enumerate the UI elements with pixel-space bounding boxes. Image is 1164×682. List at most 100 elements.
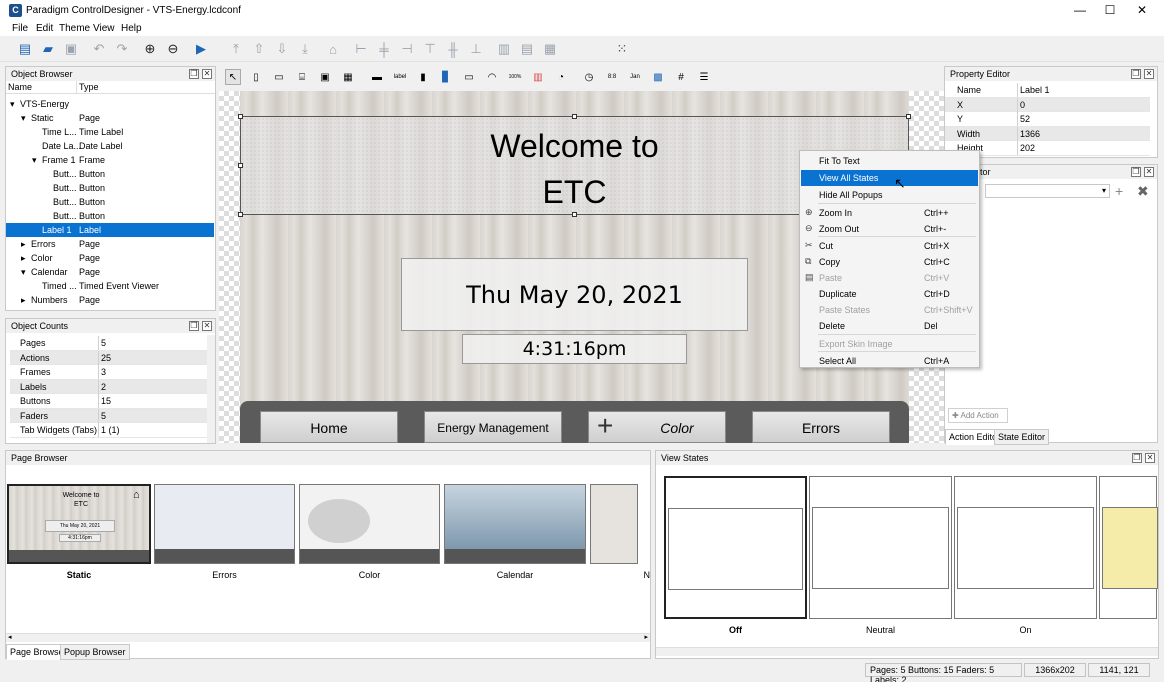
float-icon[interactable]: ❐: [1131, 69, 1141, 79]
close-button[interactable]: ✕: [1126, 0, 1158, 22]
tree-row[interactable]: Timed ... Timed Event Viewer: [6, 279, 214, 293]
remove-icon[interactable]: ✖: [1137, 183, 1149, 200]
property-value[interactable]: 202: [1017, 141, 1035, 155]
tree-row[interactable]: ▸ Color Page: [6, 251, 214, 265]
play-icon[interactable]: ▶: [192, 40, 210, 58]
maximize-button[interactable]: ☐: [1094, 0, 1126, 22]
tree-row[interactable]: Butt... Button: [6, 209, 214, 223]
context-menu-item[interactable]: Hide All Popups: [801, 187, 978, 203]
float-icon[interactable]: ❐: [1132, 453, 1142, 463]
expand-right-icon[interactable]: ▸: [21, 253, 26, 264]
tree-row[interactable]: ▾ VTS-Energy: [6, 97, 214, 111]
menu-file[interactable]: File: [12, 23, 28, 34]
dial-tool-icon[interactable]: ◔: [553, 69, 569, 85]
property-row[interactable]: Y 52: [945, 112, 1150, 127]
context-menu-item[interactable]: View All States: [801, 170, 978, 186]
expand-down-icon[interactable]: ▾: [10, 99, 15, 110]
context-menu-item[interactable]: ✂ Cut Ctrl+X: [801, 238, 978, 254]
number-tool-icon[interactable]: #: [673, 69, 689, 85]
menu-theme[interactable]: Theme: [59, 23, 90, 34]
page-thumbnail[interactable]: [154, 484, 295, 564]
new-file-icon[interactable]: ▤: [16, 40, 34, 58]
close-panel-icon[interactable]: ✕: [1145, 453, 1155, 463]
page-browser-scrollbar[interactable]: ◂ ▸: [6, 633, 650, 642]
open-folder-icon[interactable]: ▰: [39, 40, 57, 58]
context-menu-item[interactable]: Export Skin Image: [801, 336, 978, 352]
zoom-in-icon[interactable]: ⊕: [141, 40, 159, 58]
send-to-back-icon[interactable]: ⤓: [296, 40, 314, 58]
tree-row[interactable]: Time L... Time Label: [6, 125, 214, 139]
gauge-tool-icon[interactable]: ◠: [484, 69, 500, 85]
expand-down-icon[interactable]: ▾: [21, 267, 26, 278]
page-thumbnail[interactable]: [590, 484, 638, 564]
snap-grid-icon[interactable]: ⁙: [613, 40, 631, 58]
lock-icon[interactable]: ⌂: [324, 40, 342, 58]
property-value[interactable]: 52: [1017, 112, 1030, 126]
date-label[interactable]: Thu May 20, 2021: [401, 258, 748, 331]
scroll-left-icon[interactable]: ◂: [8, 633, 12, 641]
view-state-preview[interactable]: [954, 476, 1097, 619]
float-icon[interactable]: ❐: [1131, 167, 1141, 177]
tree-row[interactable]: ▾ Frame 1 Frame: [6, 153, 214, 167]
add-action-button[interactable]: ✚ Add Action: [948, 408, 1008, 423]
digital-clock-tool-icon[interactable]: 8:8: [604, 69, 620, 85]
save-icon[interactable]: ▣: [62, 40, 80, 58]
page-thumbnail[interactable]: [299, 484, 440, 564]
property-value[interactable]: 0: [1017, 97, 1025, 112]
property-row[interactable]: Name Label 1: [945, 83, 1150, 98]
page-thumbnail[interactable]: Welcome to ETC Thu May 20, 2021 4:31:16pm ⌂: [7, 484, 151, 564]
float-icon[interactable]: ❐: [189, 321, 199, 331]
zoom-out-icon[interactable]: ⊖: [164, 40, 182, 58]
column-type[interactable]: Type: [77, 81, 215, 94]
property-row[interactable]: Width 1366: [945, 126, 1150, 141]
add-icon[interactable]: +: [1115, 183, 1123, 199]
float-icon[interactable]: ❐: [189, 69, 199, 79]
align-bottom-icon[interactable]: ⊥: [467, 40, 485, 58]
button-tool-icon[interactable]: ▬: [369, 69, 385, 85]
context-menu-item[interactable]: Select All Ctrl+A: [801, 353, 978, 369]
context-menu-item[interactable]: Paste States Ctrl+Shift+V: [801, 302, 978, 318]
page-tool-icon[interactable]: ▯: [248, 69, 264, 85]
align-left-icon[interactable]: ⊢: [352, 40, 370, 58]
nav-button-errors[interactable]: Errors: [752, 411, 890, 443]
context-menu-item[interactable]: Delete Del: [801, 318, 978, 334]
grid-icon[interactable]: ▦: [541, 40, 559, 58]
calendar-tool-icon[interactable]: ▩: [650, 69, 666, 85]
context-menu-item[interactable]: ⊖ Zoom Out Ctrl+-: [801, 221, 978, 237]
columns-icon[interactable]: ▥: [495, 40, 513, 58]
minimize-button[interactable]: —: [1064, 0, 1096, 22]
list-tool-icon[interactable]: ☰: [696, 69, 712, 85]
tree-row[interactable]: Butt... Button: [6, 195, 214, 209]
counts-scrollbar[interactable]: [207, 335, 215, 443]
resize-handle[interactable]: [906, 114, 911, 119]
tree-row[interactable]: Butt... Button: [6, 167, 214, 181]
popup-tool-icon[interactable]: ▭: [271, 69, 287, 85]
time-label[interactable]: 4:31:16pm: [462, 334, 687, 364]
resize-handle[interactable]: [238, 212, 243, 217]
label-tool-icon[interactable]: label: [392, 69, 408, 85]
redo-icon[interactable]: ↷: [113, 40, 131, 58]
menu-view[interactable]: View: [93, 23, 115, 34]
align-top-icon[interactable]: ⊤: [421, 40, 439, 58]
expand-right-icon[interactable]: ▸: [21, 295, 26, 306]
expand-down-icon[interactable]: ▾: [32, 155, 37, 166]
property-value[interactable]: 1366: [1017, 126, 1040, 141]
column-name[interactable]: Name: [6, 81, 77, 94]
undo-icon[interactable]: ↶: [90, 40, 108, 58]
property-value[interactable]: Label 1: [1017, 83, 1050, 97]
close-panel-icon[interactable]: ✕: [1144, 167, 1154, 177]
resize-handle[interactable]: [572, 212, 577, 217]
context-menu-item[interactable]: ⧉ Copy Ctrl+C: [801, 254, 978, 270]
percent-tool-icon[interactable]: 100%: [507, 69, 523, 85]
tree-row[interactable]: Label 1 Label: [6, 223, 214, 237]
tab-state-editor[interactable]: State Editor: [994, 429, 1050, 445]
frame-tool-icon[interactable]: ▣: [317, 69, 333, 85]
tree-row[interactable]: Date La... Date Label: [6, 139, 214, 153]
move-down-icon[interactable]: ⇩: [273, 40, 291, 58]
date-tool-icon[interactable]: Jan: [627, 69, 643, 85]
context-menu-item[interactable]: ⊕ Zoom In Ctrl++: [801, 205, 978, 221]
tree-row[interactable]: ▾ Static Page: [6, 111, 214, 125]
menu-edit[interactable]: Edit: [36, 23, 53, 34]
view-state-preview[interactable]: [1099, 476, 1158, 619]
close-panel-icon[interactable]: ✕: [202, 321, 212, 331]
